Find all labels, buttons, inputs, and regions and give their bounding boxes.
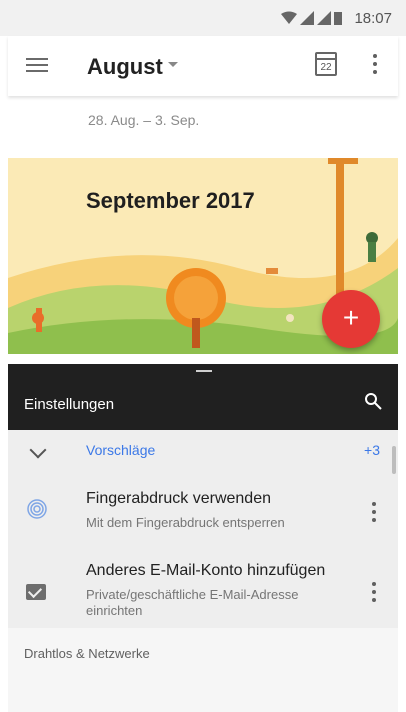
status-time: 18:07 [354, 9, 392, 27]
status-bar: 18:07 [0, 0, 406, 36]
signal-icon [300, 11, 315, 25]
suggestions-count: +3 [364, 442, 380, 458]
suggestion-subtitle-line1: Private/geschäftliche E-Mail-Adresse [86, 587, 299, 602]
suggestion-menu-icon[interactable] [372, 582, 376, 606]
signal-icon-2 [317, 11, 332, 25]
scrollbar-thumb[interactable] [392, 446, 396, 474]
suggestion-menu-icon[interactable] [372, 502, 376, 526]
wifi-icon [281, 11, 298, 24]
month-dropdown-icon[interactable] [168, 62, 178, 67]
suggestions-row[interactable]: Vorschläge +3 [8, 430, 398, 474]
battery-icon [334, 12, 343, 25]
menu-icon[interactable] [26, 54, 48, 76]
suggestion-fingerprint[interactable]: Fingerabdruck verwenden Mit dem Fingerab… [8, 482, 398, 546]
month-title[interactable]: August [87, 54, 163, 80]
search-icon[interactable] [364, 392, 382, 410]
suggestion-title: Fingerabdruck verwenden [86, 490, 271, 507]
suggestion-subtitle-line2: einrichten [86, 603, 143, 618]
today-calendar-icon[interactable]: 22 [315, 52, 337, 76]
settings-title: Einstellungen [24, 396, 115, 413]
week-range-label[interactable]: 28. Aug. – 3. Sep. [88, 112, 199, 128]
suggestion-subtitle: Mit dem Fingerabdruck entsperren [86, 515, 285, 530]
settings-header: Einstellungen [8, 378, 398, 430]
status-icons [281, 11, 343, 25]
section-title: Drahtlos & Netzwerke [24, 646, 150, 661]
sheet-drag-handle[interactable] [8, 364, 398, 378]
mail-icon [26, 584, 46, 600]
overflow-menu-icon[interactable] [373, 54, 377, 78]
fingerprint-icon [27, 499, 47, 519]
add-event-fab[interactable]: + [322, 290, 380, 348]
settings-list: Vorschläge +3 Fingerabdruck verwenden Mi… [8, 430, 398, 628]
suggestion-email[interactable]: Anderes E-Mail-Konto hinzufügen Private/… [8, 556, 398, 628]
month-banner: September 2017 + [8, 158, 398, 354]
suggestion-title: Anderes E-Mail-Konto hinzufügen [86, 562, 326, 579]
calendar-app-bar: August 22 [8, 36, 398, 96]
banner-month-title: September 2017 [86, 188, 255, 213]
chevron-down-icon[interactable] [29, 441, 47, 459]
wireless-section-header: Drahtlos & Netzwerke [8, 628, 398, 712]
today-calendar-day: 22 [320, 62, 332, 73]
suggestions-label: Vorschläge [86, 442, 156, 458]
